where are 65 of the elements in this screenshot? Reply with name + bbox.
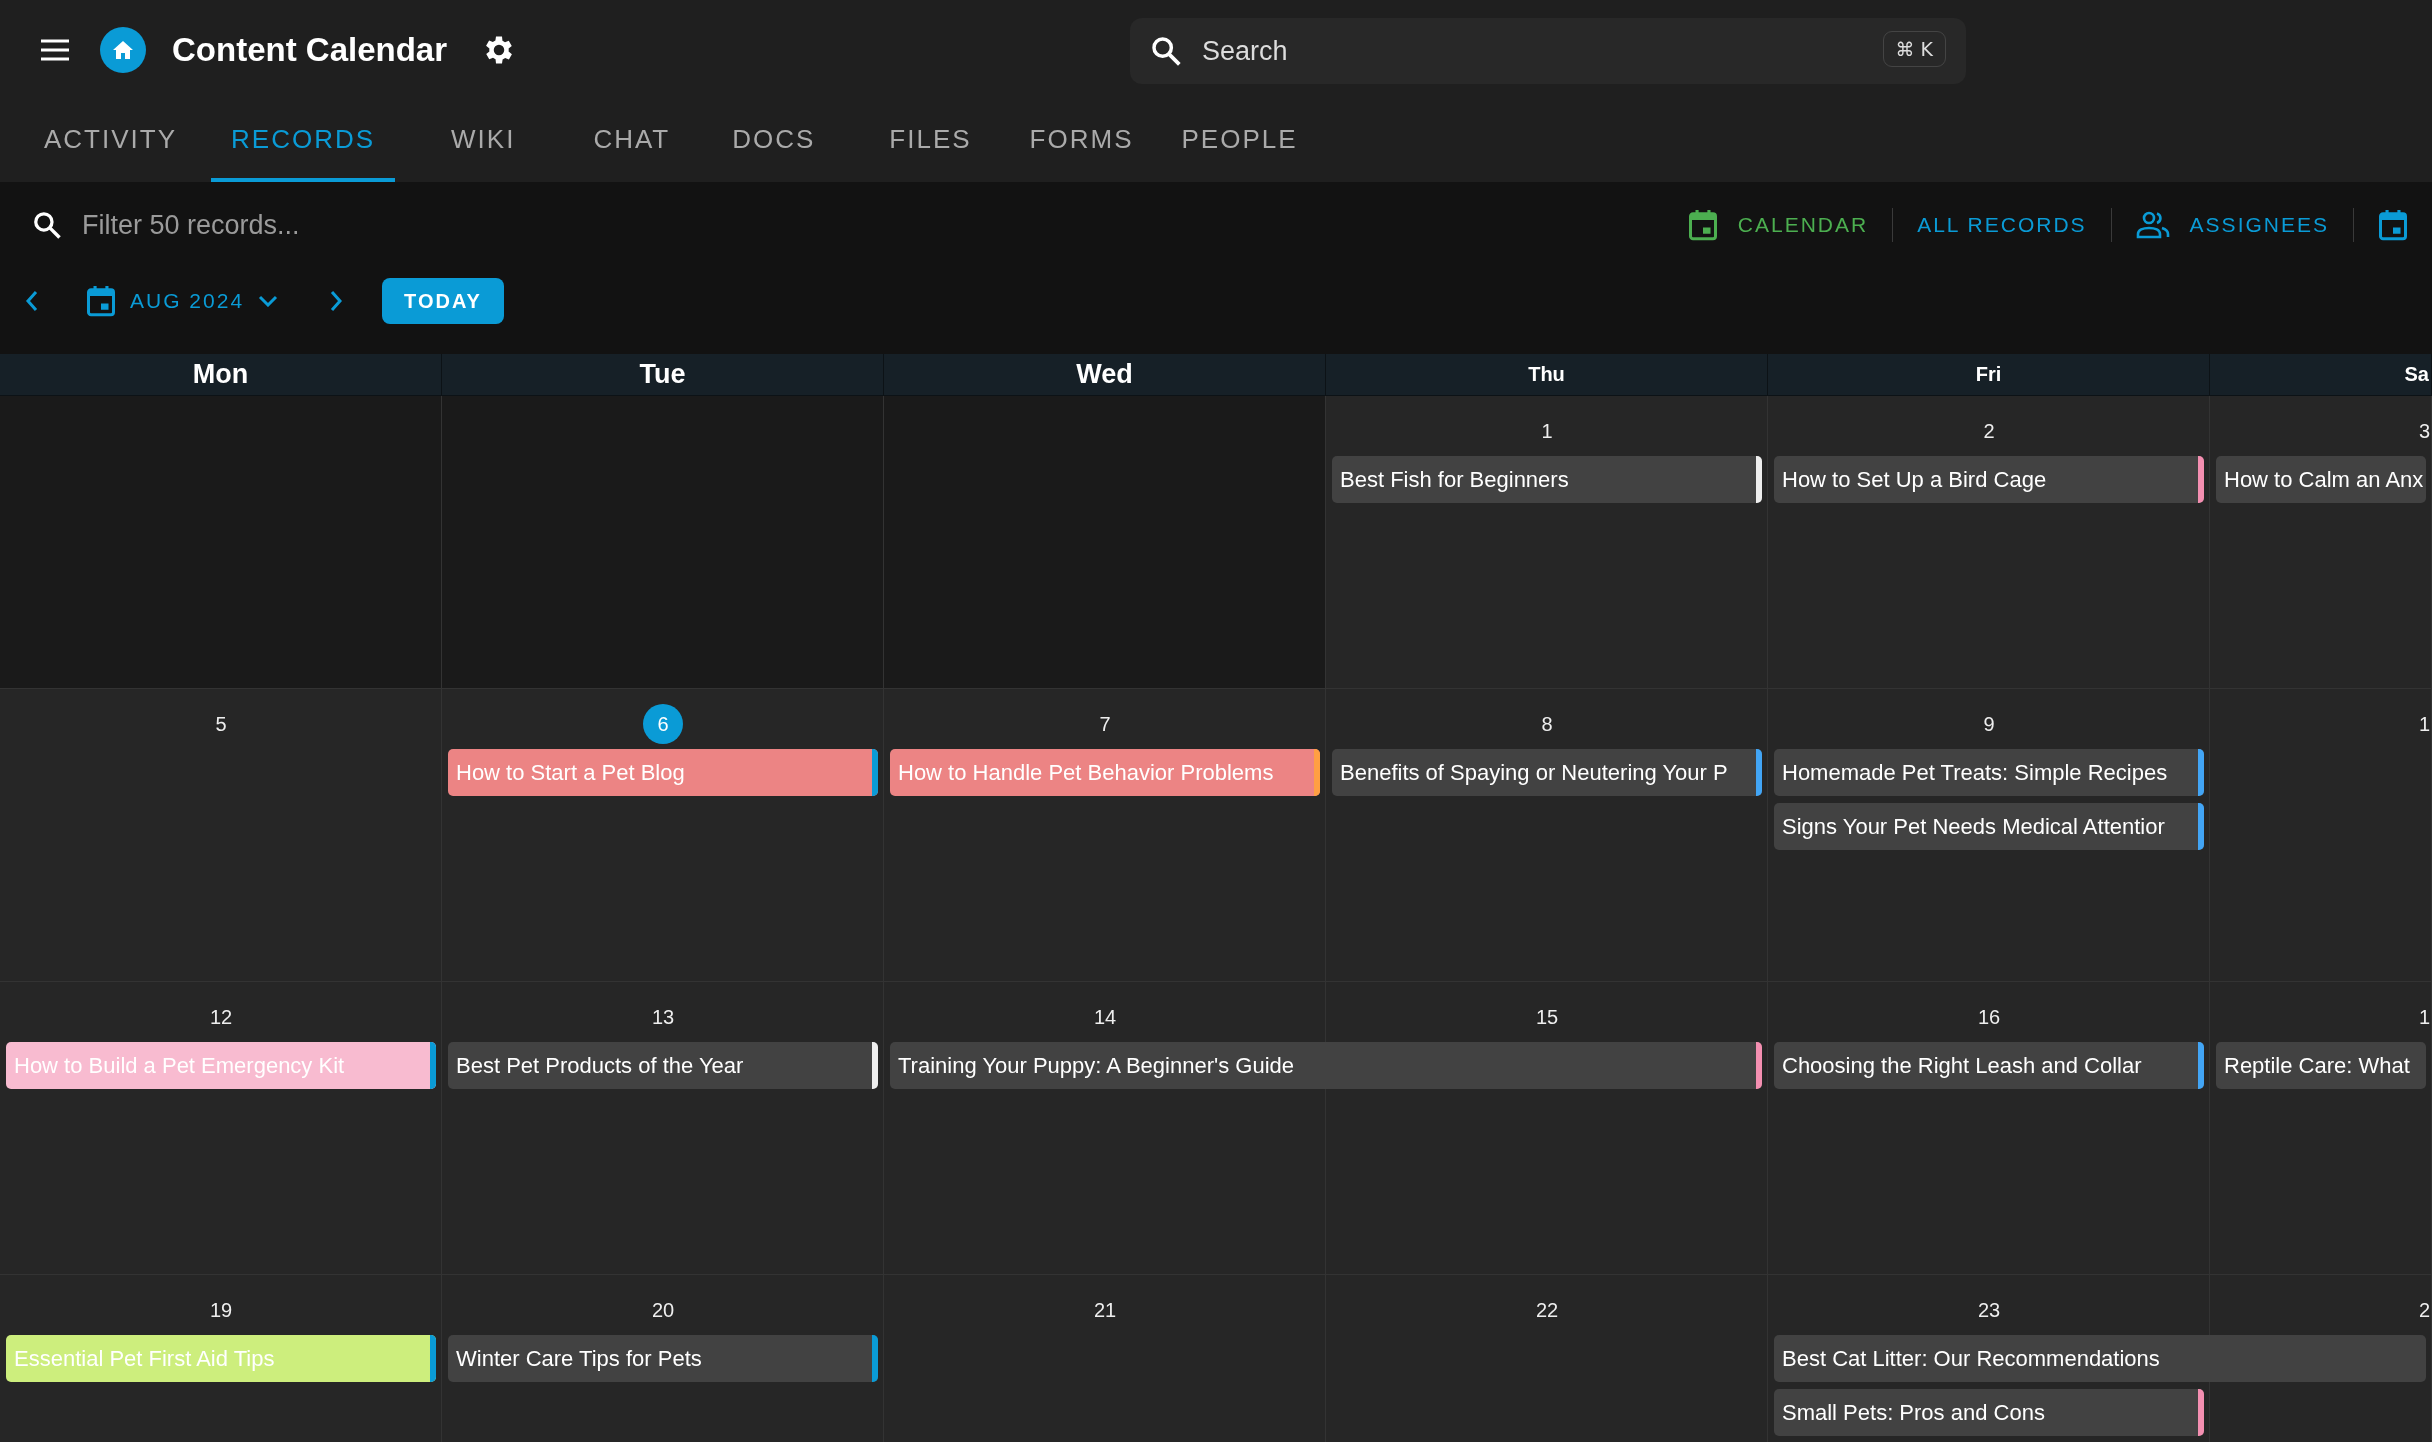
- date-number: 19: [209, 1298, 233, 1322]
- search-icon: [32, 210, 62, 240]
- home-icon: [112, 40, 134, 60]
- event-chip[interactable]: Reptile Care: What: [2216, 1042, 2426, 1089]
- event-chip[interactable]: How to Calm an Anx: [2216, 456, 2426, 503]
- view-button[interactable]: ASSIGNEES: [2111, 197, 2353, 253]
- home-button[interactable]: [100, 27, 146, 73]
- caret-icon: [258, 295, 279, 307]
- nav-tab[interactable]: PEOPLE: [1161, 100, 1318, 182]
- date-number: 1: [2418, 1005, 2430, 1029]
- date-number: 8: [1541, 712, 1553, 736]
- nav-tab[interactable]: FORMS: [1009, 100, 1154, 182]
- date-number: 22: [1535, 1298, 1559, 1322]
- date-number: 20: [651, 1298, 675, 1322]
- event-chip[interactable]: Benefits of Spaying or Neutering Your P: [1332, 749, 1762, 796]
- month-picker[interactable]: AUG 2024: [80, 283, 285, 319]
- event-chip[interactable]: Training Your Puppy: A Beginner's Guide: [890, 1042, 1762, 1089]
- event-chip[interactable]: Winter Care Tips for Pets: [448, 1335, 878, 1382]
- chevron-left-icon: [24, 289, 40, 313]
- event-chip[interactable]: How to Set Up a Bird Cage: [1774, 456, 2204, 503]
- people-icon: [2135, 211, 2170, 239]
- view-button[interactable]: ALL RECORDS: [1893, 197, 2111, 253]
- date-number: 15: [1535, 1005, 1559, 1029]
- date-number: 13: [651, 1005, 675, 1029]
- view-button[interactable]: CALENDAR: [1663, 197, 1893, 253]
- date-number: 1: [2418, 712, 2430, 736]
- weekday-label: Thu: [1528, 363, 1565, 386]
- date-number: 12: [209, 1005, 233, 1029]
- date-number: 2: [2418, 1298, 2430, 1322]
- event-chip[interactable]: Best Pet Products of the Year: [448, 1042, 878, 1089]
- calendar-icon: [1687, 208, 1718, 242]
- date-number: 7: [1099, 712, 1111, 736]
- event-chip[interactable]: Homemade Pet Treats: Simple Recipes: [1774, 749, 2204, 796]
- weekday-label: Wed: [1076, 359, 1133, 390]
- nav-tab[interactable]: DOCS: [712, 100, 836, 182]
- nav-tab[interactable]: CHAT: [573, 100, 691, 182]
- date-number: 3: [2418, 419, 2430, 443]
- weekday-label: Sa: [2404, 363, 2429, 386]
- filter-field[interactable]: Filter 50 records...: [80, 208, 680, 242]
- date-number: 14: [1093, 1005, 1117, 1029]
- nav-tab[interactable]: ACTIVITY: [24, 100, 197, 182]
- date-number: 9: [1983, 712, 1995, 736]
- event-chip[interactable]: Best Fish for Beginners: [1332, 456, 1762, 503]
- date-number: 2: [1983, 419, 1995, 443]
- event-chip[interactable]: Signs Your Pet Needs Medical Attentior: [1774, 803, 2204, 850]
- shortcut-hint: ⌘ K: [1882, 31, 1946, 67]
- weekday-label: Mon: [192, 359, 249, 390]
- event-chip[interactable]: Choosing the Right Leash and Collar: [1774, 1042, 2204, 1089]
- menu-button[interactable]: [40, 38, 70, 62]
- date-number: 1: [1541, 419, 1553, 443]
- calendar-icon: [2378, 208, 2408, 242]
- chevron-right-icon: [328, 289, 345, 313]
- event-chip[interactable]: Best Cat Litter: Our Recommendations: [1774, 1335, 2426, 1382]
- calendar-icon: [86, 284, 116, 318]
- date-number: 21: [1093, 1298, 1117, 1322]
- search-icon: [1150, 35, 1182, 67]
- nav-tab[interactable]: WIKI: [431, 100, 536, 182]
- date-number: 23: [1977, 1298, 2001, 1322]
- nav-tab[interactable]: FILES: [869, 100, 992, 182]
- date-number: 5: [215, 712, 227, 736]
- event-chip[interactable]: Small Pets: Pros and Cons: [1774, 1389, 2204, 1436]
- app-title: Content Calendar: [172, 31, 448, 69]
- weekday-label: Fri: [1975, 363, 2002, 386]
- date-number: 16: [1977, 1005, 2001, 1029]
- weekday-label: Tue: [639, 359, 686, 390]
